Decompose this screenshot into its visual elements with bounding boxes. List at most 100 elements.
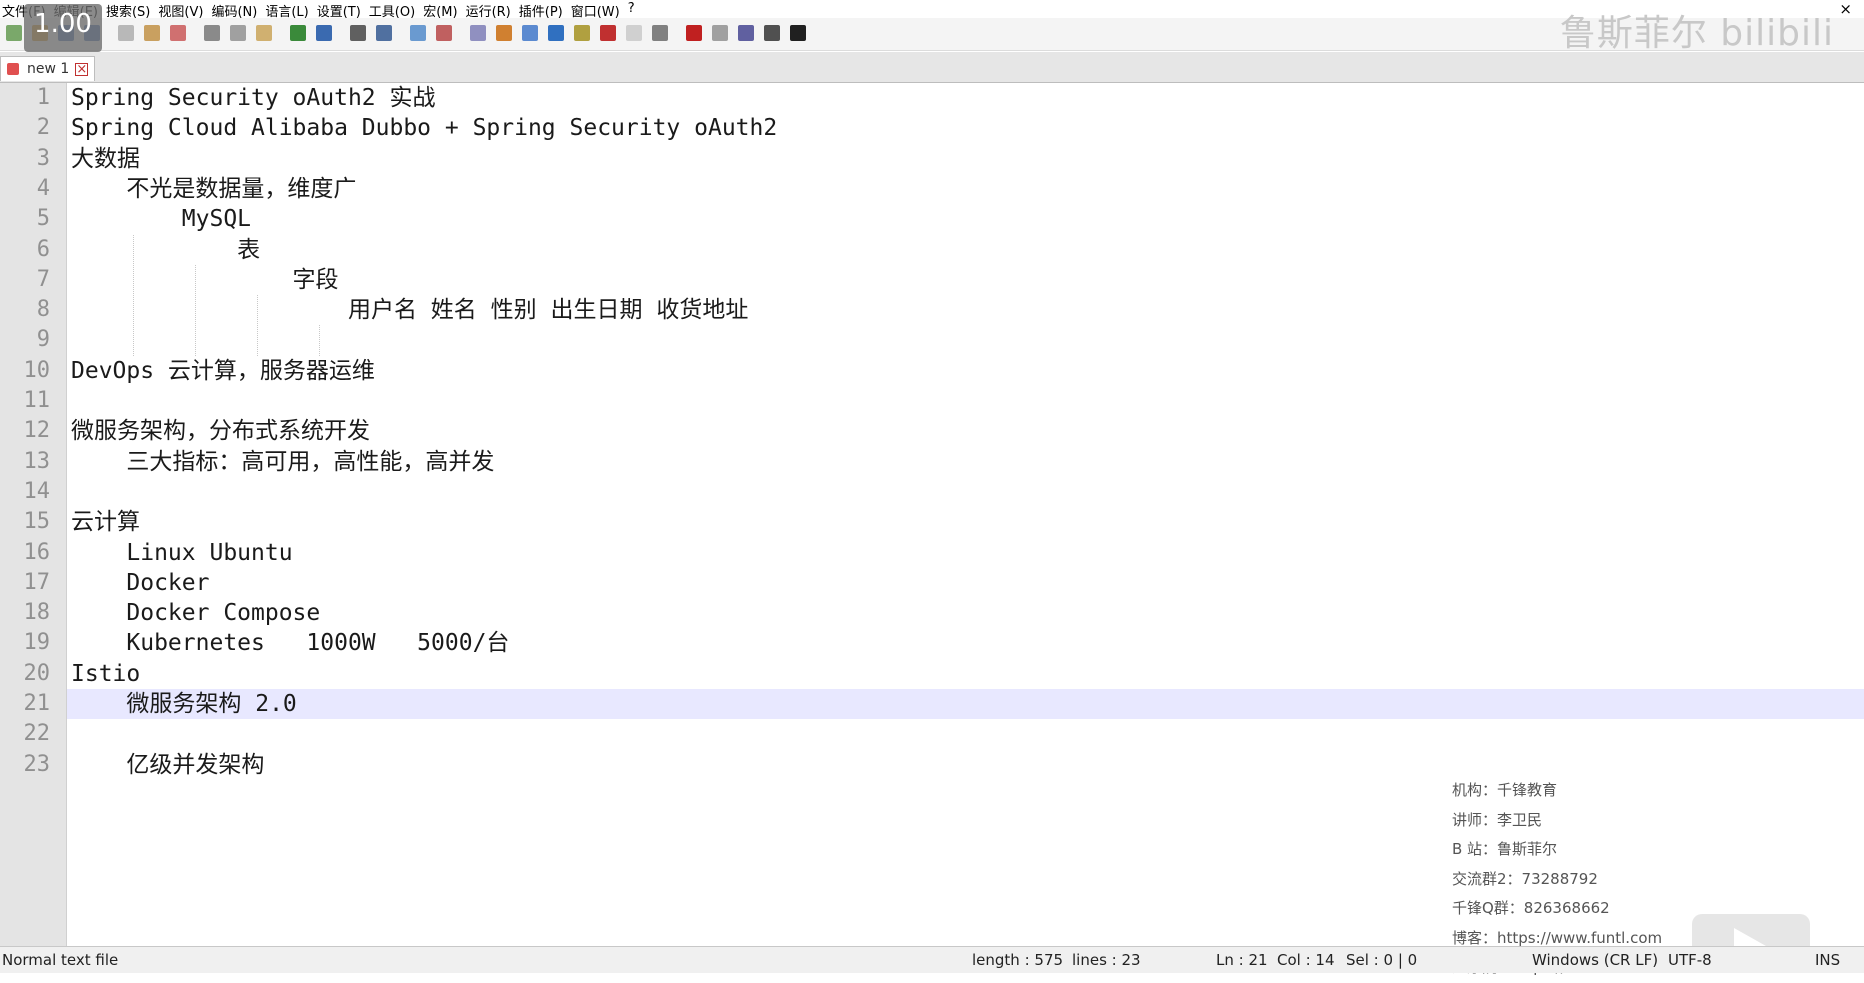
- line-number: 18: [23, 600, 51, 626]
- info-line: 讲师：李卫民: [1452, 810, 1543, 829]
- line-text: Istio: [71, 660, 141, 687]
- monitor-icon[interactable]: [652, 25, 668, 41]
- cut-icon[interactable]: [204, 25, 220, 41]
- indent-guide-icon[interactable]: [548, 25, 564, 41]
- editor-line[interactable]: 16 Linux Ubuntu: [24, 538, 1864, 568]
- line-text: 三大指标：高可用，高性能，高并发: [71, 448, 495, 475]
- indent-guide: [195, 264, 196, 356]
- line-text: Kubernetes 1000W 5000/台: [71, 630, 510, 657]
- play-macro-icon[interactable]: [738, 25, 754, 41]
- editor-line[interactable]: 22: [24, 719, 1864, 749]
- editor-line[interactable]: 6 表: [37, 235, 1864, 265]
- tab-bar: new 1 ×: [0, 52, 1864, 83]
- editor-line[interactable]: 21 微服务架构 2.0: [24, 689, 1864, 719]
- info-line: 千锋Q群：826368662: [1452, 899, 1610, 917]
- doc-lines: lines : 23: [1072, 951, 1141, 969]
- editor-line[interactable]: 12 微服务架构，分布式系统开发: [24, 416, 1864, 446]
- line-text: MySQL: [71, 206, 252, 233]
- sync-scroll-icon[interactable]: [470, 25, 486, 41]
- run-macro-icon[interactable]: [764, 25, 780, 41]
- line-number: 14: [23, 478, 51, 504]
- info-line: 机构：千锋教育: [1452, 781, 1558, 799]
- editor-line[interactable]: 17 Docker: [24, 568, 1864, 598]
- line-number: 10: [23, 357, 51, 383]
- line-text: Spring Cloud Alibaba Dubbo + Spring Secu…: [71, 115, 778, 142]
- line-text: 表: [71, 236, 261, 263]
- folder-icon[interactable]: [626, 25, 642, 41]
- tab-label: new 1: [27, 61, 70, 77]
- encoding: UTF-8: [1668, 951, 1712, 969]
- replace-icon[interactable]: [376, 25, 392, 41]
- line-text: Docker: [71, 569, 210, 596]
- document-map-icon[interactable]: [574, 25, 590, 41]
- line-number: 9: [36, 327, 50, 353]
- line-number: 11: [23, 388, 51, 413]
- line-text: 不光是数据量，维度广: [71, 175, 357, 202]
- word-wrap-icon[interactable]: [496, 25, 512, 41]
- indent-guide: [133, 234, 134, 356]
- line-number: 20: [23, 660, 51, 686]
- watermark-logo: 鲁斯菲尔 bilibili: [1559, 13, 1834, 54]
- line-text: 大数据: [71, 145, 140, 172]
- line-number: 19: [23, 630, 51, 656]
- editor-line[interactable]: 4 不光是数据量，维度广: [37, 174, 1864, 204]
- editor-line[interactable]: 2 Spring Cloud Alibaba Dubbo + Spring Sec…: [37, 113, 1864, 143]
- zoom-out-icon[interactable]: [436, 25, 452, 41]
- info-line: B 站：鲁斯菲尔: [1452, 840, 1558, 858]
- editor-line[interactable]: 13 三大指标：高可用，高性能，高并发: [24, 447, 1864, 477]
- line-text: 微服务架构，分布式系统开发: [71, 418, 370, 445]
- editor-line[interactable]: 3 大数据: [37, 144, 1864, 174]
- line-number: 3: [36, 145, 50, 171]
- undo-icon[interactable]: [290, 25, 306, 41]
- zoom-in-icon[interactable]: [410, 25, 426, 41]
- indent-guide: [257, 295, 258, 356]
- editor-line[interactable]: 20 Istio: [24, 659, 1864, 689]
- insert-mode: INS: [1815, 951, 1841, 969]
- stop-macro-icon[interactable]: [712, 25, 728, 41]
- new-file-icon[interactable]: [6, 25, 22, 41]
- line-number: 1: [36, 85, 50, 110]
- line-number: 6: [36, 236, 50, 262]
- editor-line[interactable]: 18 Docker Compose: [24, 598, 1864, 628]
- editor-line[interactable]: 15 云计算: [24, 507, 1864, 537]
- show-all-chars-icon[interactable]: [522, 25, 538, 41]
- paste-icon[interactable]: [256, 25, 272, 41]
- editor-line[interactable]: 14: [24, 477, 1864, 507]
- find-icon[interactable]: [350, 25, 366, 41]
- selection: Sel : 0 | 0: [1346, 951, 1418, 969]
- tab-close-icon[interactable]: ×: [75, 62, 89, 76]
- tab-new-1[interactable]: new 1 ×: [0, 56, 96, 81]
- redo-icon[interactable]: [316, 25, 332, 41]
- info-line: 交流群2：73288792: [1452, 869, 1598, 888]
- line-text: Spring Security oAuth2 实战: [71, 85, 436, 111]
- unsaved-file-icon: [7, 63, 19, 75]
- close-all-icon[interactable]: [144, 25, 160, 41]
- line-text: 字段: [71, 266, 339, 293]
- record-macro-icon[interactable]: [686, 25, 702, 41]
- editor-line[interactable]: 7 字段: [37, 265, 1864, 295]
- editor-line[interactable]: 19 Kubernetes 1000W 5000/台: [24, 628, 1864, 658]
- line-number: 12: [23, 418, 51, 444]
- save-macro-icon[interactable]: [790, 25, 806, 41]
- line-text: 亿级并发架构: [71, 751, 265, 778]
- line-number: 17: [23, 569, 51, 595]
- doc-length: length : 575: [972, 951, 1064, 969]
- playback-speed-badge: 1.00: [24, 4, 102, 52]
- line-text: Docker Compose: [71, 600, 321, 627]
- editor-line[interactable]: 8 用户名 姓名 性别 出生日期 收货地址: [37, 295, 1864, 325]
- close-icon[interactable]: [118, 25, 134, 41]
- close-icon[interactable]: ×: [1839, 0, 1852, 18]
- editor-line[interactable]: 5 MySQL: [37, 204, 1864, 234]
- copy-icon[interactable]: [230, 25, 246, 41]
- line-text: 云计算: [71, 509, 140, 536]
- status-bar: Normal text file length : 575 lines : 23…: [0, 946, 1864, 973]
- line-number: 23: [23, 751, 51, 777]
- line-text: 微服务架构 2.0: [71, 691, 297, 717]
- editor-line[interactable]: 9: [37, 325, 1864, 355]
- function-list-icon[interactable]: [600, 25, 616, 41]
- print-icon[interactable]: [170, 25, 186, 41]
- editor-line[interactable]: 10 DevOps 云计算，服务器运维: [24, 356, 1864, 386]
- eol-format: Windows (CR LF): [1532, 951, 1659, 969]
- editor-line[interactable]: 11: [24, 386, 1864, 416]
- editor-line[interactable]: 1 Spring Security oAuth2 实战: [37, 83, 1864, 113]
